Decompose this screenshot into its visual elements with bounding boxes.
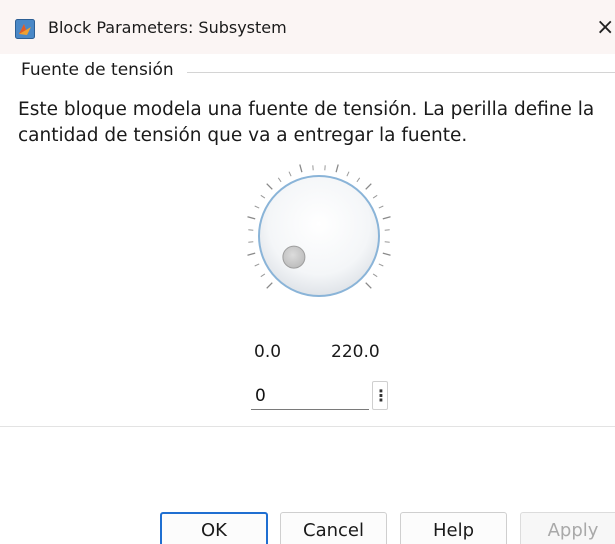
knob-tick	[247, 252, 256, 256]
block-description: Este bloque modela una fuente de tensión…	[18, 99, 595, 146]
simulink-block-icon	[15, 19, 35, 39]
knob-tick	[372, 194, 378, 199]
knob-tick	[335, 164, 339, 173]
knob-tick	[365, 183, 372, 190]
knob-value-input[interactable]	[251, 382, 369, 410]
cancel-button[interactable]: Cancel	[280, 512, 387, 544]
close-icon[interactable]: ×	[596, 15, 615, 41]
parameter-group-label: Fuente de tensión	[21, 60, 174, 80]
window-title: Block Parameters: Subsystem	[48, 18, 287, 37]
knob-min-label: 0.0	[254, 342, 282, 362]
title-bar[interactable]: Block Parameters: Subsystem ×	[0, 0, 615, 54]
knob-tick	[254, 205, 260, 209]
knob-body[interactable]	[258, 175, 380, 297]
knob-tick	[365, 282, 372, 289]
more-options-icon[interactable]: ⋮	[372, 381, 389, 410]
block-parameters-dialog: Block Parameters: Subsystem × Fuente de …	[0, 0, 615, 544]
voltage-knob[interactable]	[218, 150, 418, 340]
ok-button[interactable]: OK	[160, 512, 268, 544]
knob-tick	[260, 194, 266, 199]
knob-tick	[382, 216, 391, 220]
knob-tick	[266, 183, 273, 190]
knob-tick	[378, 205, 384, 209]
knob-tick	[266, 282, 273, 289]
help-button[interactable]: Help	[400, 512, 507, 544]
knob-tick	[277, 177, 282, 183]
group-divider	[187, 72, 615, 73]
knob-indicator[interactable]	[282, 245, 306, 269]
knob-tick	[299, 164, 303, 173]
knob-tick	[254, 263, 260, 267]
knob-tick	[356, 177, 361, 183]
button-area-divider	[0, 426, 615, 427]
knob-max-label: 220.0	[331, 342, 380, 362]
knob-tick	[260, 273, 266, 278]
knob-tick	[378, 263, 384, 267]
knob-tick	[247, 216, 256, 220]
knob-tick	[288, 171, 292, 177]
knob-tick	[346, 171, 350, 177]
knob-tick	[372, 273, 378, 278]
knob-tick	[382, 252, 391, 256]
apply-button[interactable]: Apply	[520, 512, 615, 544]
